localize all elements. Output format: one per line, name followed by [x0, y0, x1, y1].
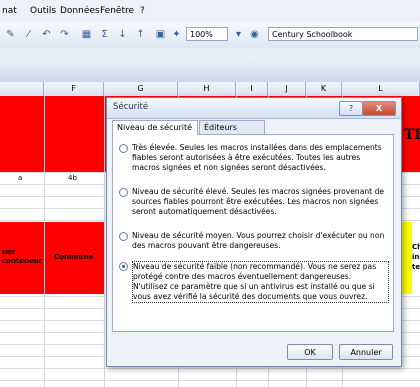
title-fragment-right: TE — [404, 127, 420, 143]
sort-asc-icon[interactable]: ↓ — [116, 28, 129, 41]
column-header-i[interactable]: I — [236, 82, 268, 96]
menu-bar: nat Outils Données Fenêtre ? — [0, 0, 420, 23]
menu-item-donnees[interactable]: Données — [60, 6, 100, 16]
cell-conteneur: uer conteneur — [2, 248, 43, 265]
dropdown-icon[interactable]: ▾ — [232, 28, 245, 41]
radio-very-high[interactable] — [119, 144, 128, 153]
menu-item-fenetre[interactable]: Fenêtre — [100, 6, 134, 16]
dialog-title: Sécurité — [113, 102, 149, 112]
column-header-j[interactable]: J — [268, 82, 306, 96]
cancel-button[interactable]: Annuler — [339, 344, 393, 360]
radio-high[interactable] — [119, 188, 128, 197]
option-high-label: Niveau de sécurité élevé. Seules les mac… — [132, 187, 385, 216]
column-header-f[interactable]: F — [44, 82, 104, 96]
brush-icon[interactable]: ⁄ — [22, 28, 35, 41]
option-low[interactable]: Niveau de sécurité faible (non recommand… — [119, 261, 389, 305]
tab-trusted-publishers[interactable]: Éditeurs approuvés — [199, 120, 265, 146]
toolbar-secondary — [0, 62, 420, 83]
redo-icon[interactable]: ↷ — [58, 28, 71, 41]
sort-desc-icon[interactable]: ↑ — [134, 28, 147, 41]
option-medium-label: Niveau de sécurité moyen. Vous pourrez c… — [132, 231, 385, 250]
menu-item-help[interactable]: ? — [140, 6, 145, 16]
security-level-panel: Très élevée. Seules les macros installée… — [112, 134, 394, 332]
menu-item-outils[interactable]: Outils — [30, 6, 56, 16]
cell-4b[interactable]: 4b — [68, 174, 77, 182]
ok-button[interactable]: OK — [287, 344, 333, 360]
sum-icon[interactable]: Σ — [98, 28, 111, 41]
column-header-h[interactable]: H — [178, 82, 236, 96]
cell-a[interactable]: a — [18, 174, 22, 182]
cell-commune: Commune — [54, 253, 94, 261]
option-medium[interactable]: Niveau de sécurité moyen. Vous pourrez c… — [119, 231, 389, 257]
close-button[interactable]: X — [362, 101, 396, 116]
radio-medium[interactable] — [119, 232, 128, 241]
help-icon[interactable]: ◉ — [248, 28, 261, 41]
formula-bar — [0, 48, 420, 62]
zoom-select[interactable]: 100% — [186, 27, 228, 41]
help-button[interactable]: ? — [339, 101, 363, 116]
option-very-high-label: Très élevée. Seules les macros installée… — [132, 143, 382, 172]
option-low-label: Niveau de sécurité faible (non recommand… — [132, 261, 389, 303]
option-very-high[interactable]: Très élevée. Seules les macros installée… — [119, 143, 389, 183]
column-header-g[interactable]: G — [104, 82, 178, 96]
column-header-row: F G H I J K L — [0, 82, 420, 97]
column-header-e[interactable] — [0, 82, 44, 96]
column-header-l[interactable]: L — [342, 82, 420, 96]
image-icon[interactable]: ▣ — [154, 28, 167, 41]
menu-item-format[interactable]: nat — [2, 6, 17, 16]
font-select[interactable]: Century Schoolbook — [268, 27, 418, 41]
undo-icon[interactable]: ↶ — [40, 28, 53, 41]
radio-low[interactable] — [119, 262, 128, 271]
toolbar: ✎ ⁄ ↶ ↷ ▦ Σ ↓ ↑ ▣ ✦ 100% ▾ ◉ Century Sch… — [0, 22, 420, 49]
option-high[interactable]: Niveau de sécurité élevé. Seules les mac… — [119, 187, 389, 227]
edit-icon[interactable]: ✎ — [4, 28, 17, 41]
column-header-k[interactable]: K — [306, 82, 342, 96]
drawing-icon[interactable]: ✦ — [170, 28, 183, 41]
security-dialog: Sécurité ? X Niveau de sécurité Éditeurs… — [106, 97, 402, 367]
chart-icon[interactable]: ▦ — [80, 28, 93, 41]
tab-security-level[interactable]: Niveau de sécurité — [112, 120, 198, 135]
dialog-titlebar[interactable]: Sécurité ? X — [107, 98, 401, 119]
cell-yellow-text: Ch in te — [412, 243, 420, 271]
